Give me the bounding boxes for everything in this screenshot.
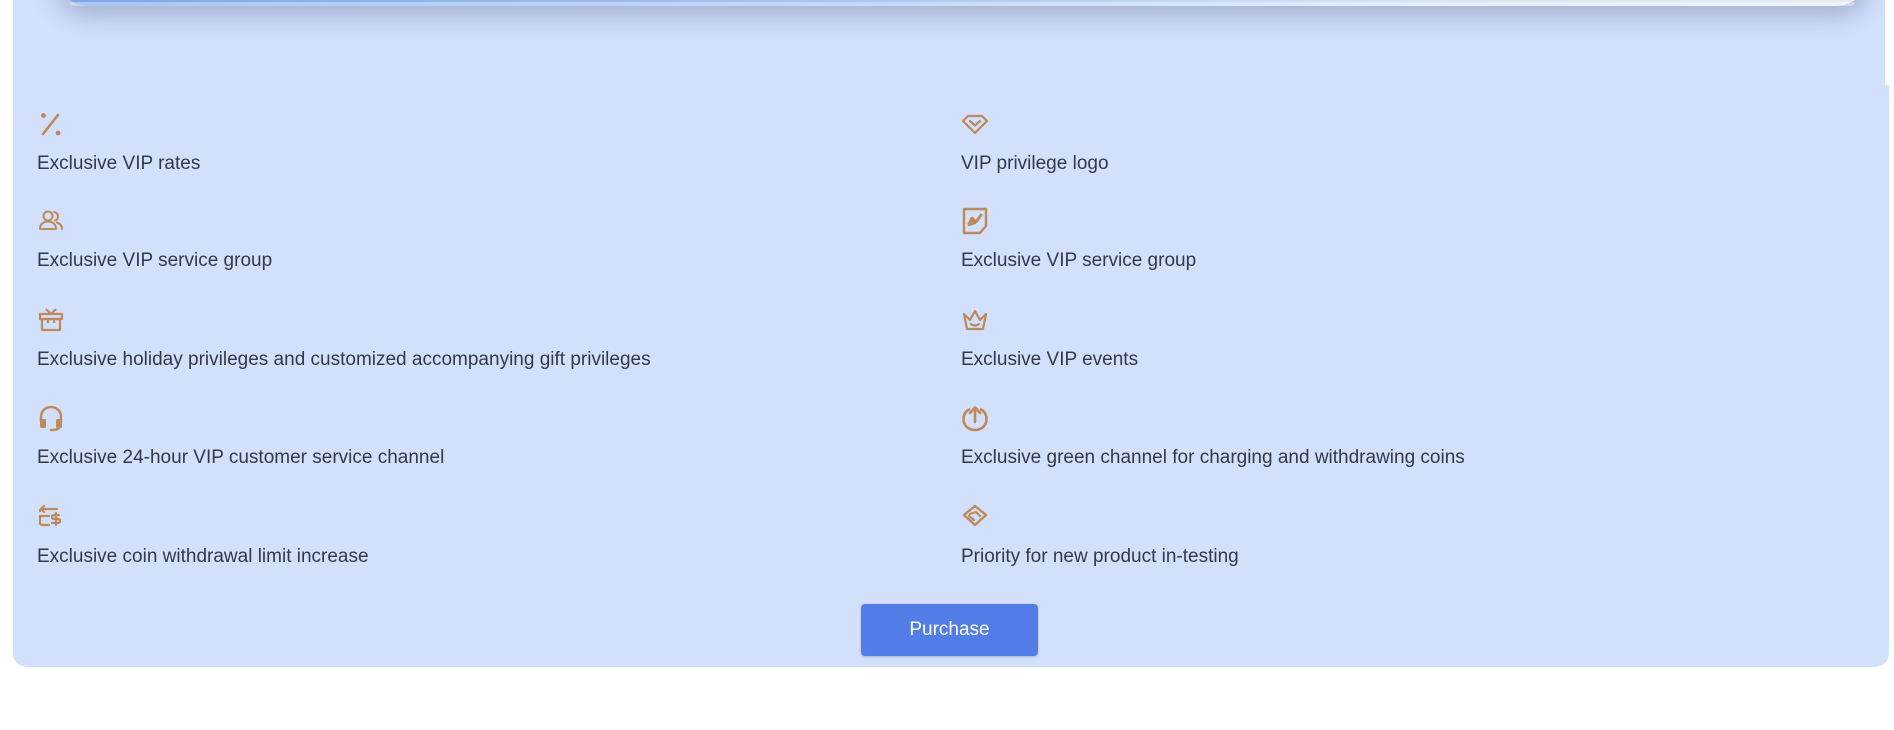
feature-item-withdrawal-limit: Exclusive coin withdrawal limit increase bbox=[37, 503, 897, 568]
certificate-icon bbox=[961, 207, 989, 235]
feature-item-product-testing: Priority for new product in-testing bbox=[961, 503, 1821, 568]
gift-icon bbox=[37, 306, 65, 334]
feature-item-service-group: Exclusive VIP service group bbox=[37, 207, 897, 272]
crown-icon bbox=[961, 306, 989, 334]
feature-label: Exclusive green channel for charging and… bbox=[961, 447, 1465, 468]
feature-label: Priority for new product in-testing bbox=[961, 546, 1239, 567]
percent-icon bbox=[37, 110, 65, 138]
panel-edge-cut bbox=[1885, 0, 1889, 85]
purchase-button[interactable]: Purchase bbox=[861, 604, 1038, 656]
coin-withdraw-icon bbox=[37, 503, 65, 531]
feature-item-privilege-logo: VIP privilege logo bbox=[961, 110, 1821, 175]
feature-item-customer-service: Exclusive 24-hour VIP customer service c… bbox=[37, 404, 897, 469]
feature-label: Exclusive 24-hour VIP customer service c… bbox=[37, 447, 445, 468]
upload-circle-icon bbox=[961, 404, 989, 432]
diamond-icon bbox=[961, 110, 989, 138]
feature-item-holiday-gift: Exclusive holiday privileges and customi… bbox=[37, 306, 897, 371]
feature-label: Exclusive coin withdrawal limit increase bbox=[37, 546, 369, 567]
feature-label: Exclusive holiday privileges and customi… bbox=[37, 349, 651, 370]
feature-label: Exclusive VIP events bbox=[961, 349, 1139, 370]
feature-label: VIP privilege logo bbox=[961, 153, 1109, 174]
feature-item-green-channel: Exclusive green channel for charging and… bbox=[961, 404, 1821, 469]
feature-item-vip-events: Exclusive VIP events bbox=[961, 306, 1821, 371]
headphones-icon bbox=[37, 404, 65, 432]
feature-label: Exclusive VIP service group bbox=[37, 250, 273, 271]
users-icon bbox=[37, 207, 65, 235]
feature-item-vip-rates: Exclusive VIP rates bbox=[37, 110, 897, 175]
feature-label: Exclusive VIP service group bbox=[961, 250, 1197, 271]
handshake-icon bbox=[961, 503, 989, 531]
vip-card-rim bbox=[69, 2, 1855, 6]
feature-label: Exclusive VIP rates bbox=[37, 153, 201, 174]
vip-card-bottom-edge bbox=[53, 0, 1871, 6]
feature-item-service-group-cert: Exclusive VIP service group bbox=[961, 207, 1821, 272]
